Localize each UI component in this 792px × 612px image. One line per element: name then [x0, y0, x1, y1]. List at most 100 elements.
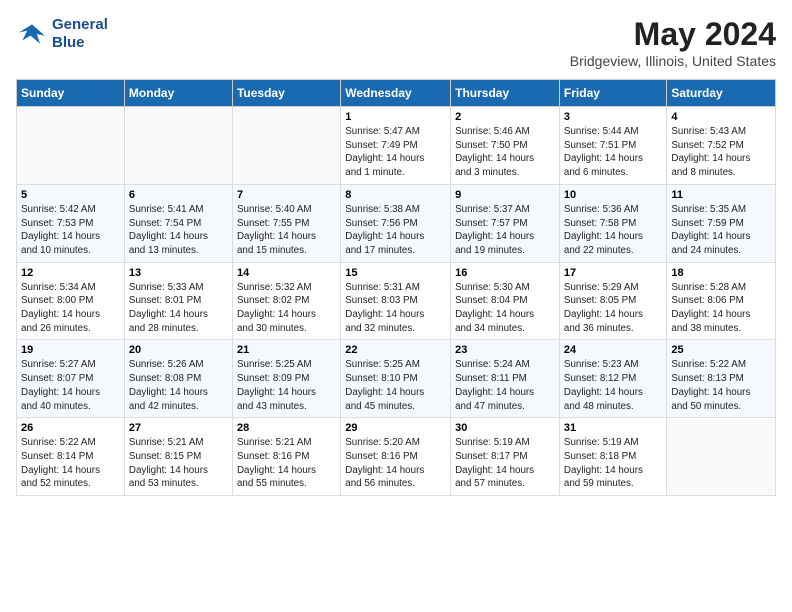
calendar-cell: 20Sunrise: 5:26 AM Sunset: 8:08 PM Dayli… [124, 340, 232, 418]
logo-text: General Blue [52, 16, 108, 52]
day-number: 21 [237, 344, 336, 356]
day-number: 31 [564, 422, 662, 434]
day-number: 6 [129, 189, 228, 201]
calendar-cell: 27 Sunrise: 5:21 AM Sunset: 8:15 PM Dayli… [124, 418, 232, 496]
day-info: Sunrise: 5:32 AM Sunset: 8:02 PM Dayligh… [237, 281, 336, 336]
calendar-cell: 11 Sunrise: 5:35 AM Sunset: 7:59 PM Dayli… [667, 184, 776, 262]
day-info: Sunrise: 5:25 AM Sunset: 8:10 PM Dayligh… [345, 358, 446, 413]
calendar-cell [17, 107, 125, 185]
day-number: 29 [345, 422, 446, 434]
title-area: May 2024 Bridgeview, Illinois, United St… [570, 16, 776, 69]
calendar-cell: 21 Sunrise: 5:25 AM Sunset: 8:09 PM Dayli… [232, 340, 340, 418]
calendar-cell: 1 Sunrise: 5:47 AM Sunset: 7:49 PM Daylig… [341, 107, 451, 185]
day-number: 11 [671, 189, 771, 201]
day-number: 18 [671, 267, 771, 279]
calendar-cell: 24 Sunrise: 5:23 AM Sunset: 8:12 PM Dayli… [559, 340, 666, 418]
week-row-5: 26Sunrise: 5:22 AM Sunset: 8:14 PM Dayli… [17, 418, 776, 496]
subtitle: Bridgeview, Illinois, United States [570, 53, 776, 69]
col-header-wednesday: Wednesday [341, 80, 451, 107]
calendar-cell: 16 Sunrise: 5:30 AM Sunset: 8:04 PM Dayli… [451, 262, 560, 340]
day-number: 8 [345, 189, 446, 201]
calendar-cell: 3 Sunrise: 5:44 AM Sunset: 7:51 PM Daylig… [559, 107, 666, 185]
day-number: 16 [455, 267, 555, 279]
day-number: 23 [455, 344, 555, 356]
day-info: Sunrise: 5:42 AM Sunset: 7:53 PM Dayligh… [21, 203, 120, 258]
calendar-cell [232, 107, 340, 185]
day-number: 7 [237, 189, 336, 201]
day-info: Sunrise: 5:26 AM Sunset: 8:08 PM Dayligh… [129, 358, 228, 413]
calendar-cell: 12 Sunrise: 5:34 AM Sunset: 8:00 PM Dayli… [17, 262, 125, 340]
day-info: Sunrise: 5:28 AM Sunset: 8:06 PM Dayligh… [671, 281, 771, 336]
col-header-friday: Friday [559, 80, 666, 107]
day-info: Sunrise: 5:25 AM Sunset: 8:09 PM Dayligh… [237, 358, 336, 413]
calendar-table: SundayMondayTuesdayWednesdayThursdayFrid… [16, 79, 776, 496]
calendar-cell: 18 Sunrise: 5:28 AM Sunset: 8:06 PM Dayli… [667, 262, 776, 340]
day-number: 24 [564, 344, 662, 356]
day-number: 25 [671, 344, 771, 356]
day-info: Sunrise: 5:36 AM Sunset: 7:58 PM Dayligh… [564, 203, 662, 258]
day-number: 14 [237, 267, 336, 279]
calendar-cell: 10 Sunrise: 5:36 AM Sunset: 7:58 PM Dayli… [559, 184, 666, 262]
day-number: 22 [345, 344, 446, 356]
day-number: 1 [345, 111, 446, 123]
week-row-4: 19 Sunrise: 5:27 AM Sunset: 8:07 PM Dayli… [17, 340, 776, 418]
calendar-cell: 8Sunrise: 5:38 AM Sunset: 7:56 PM Daylig… [341, 184, 451, 262]
calendar-cell: 13Sunrise: 5:33 AM Sunset: 8:01 PM Dayli… [124, 262, 232, 340]
day-info: Sunrise: 5:31 AM Sunset: 8:03 PM Dayligh… [345, 281, 446, 336]
day-info: Sunrise: 5:46 AM Sunset: 7:50 PM Dayligh… [455, 125, 555, 180]
week-row-3: 12 Sunrise: 5:34 AM Sunset: 8:00 PM Dayli… [17, 262, 776, 340]
calendar-cell: 29 Sunrise: 5:20 AM Sunset: 8:16 PM Dayli… [341, 418, 451, 496]
day-info: Sunrise: 5:20 AM Sunset: 8:16 PM Dayligh… [345, 436, 446, 491]
day-number: 12 [21, 267, 120, 279]
logo: General Blue [16, 16, 108, 52]
calendar-cell: 6 Sunrise: 5:41 AM Sunset: 7:54 PM Daylig… [124, 184, 232, 262]
day-info: Sunrise: 5:19 AM Sunset: 8:18 PM Dayligh… [564, 436, 662, 491]
day-info: Sunrise: 5:34 AM Sunset: 8:00 PM Dayligh… [21, 281, 120, 336]
calendar-cell: 5Sunrise: 5:42 AM Sunset: 7:53 PM Daylig… [17, 184, 125, 262]
day-info: Sunrise: 5:41 AM Sunset: 7:54 PM Dayligh… [129, 203, 228, 258]
day-info: Sunrise: 5:27 AM Sunset: 8:07 PM Dayligh… [21, 358, 120, 413]
calendar-cell: 19 Sunrise: 5:27 AM Sunset: 8:07 PM Dayli… [17, 340, 125, 418]
calendar-cell: 26Sunrise: 5:22 AM Sunset: 8:14 PM Dayli… [17, 418, 125, 496]
calendar-cell: 31 Sunrise: 5:19 AM Sunset: 8:18 PM Dayli… [559, 418, 666, 496]
day-number: 17 [564, 267, 662, 279]
calendar-cell [124, 107, 232, 185]
day-info: Sunrise: 5:47 AM Sunset: 7:49 PM Dayligh… [345, 125, 446, 180]
day-info: Sunrise: 5:33 AM Sunset: 8:01 PM Dayligh… [129, 281, 228, 336]
day-info: Sunrise: 5:30 AM Sunset: 8:04 PM Dayligh… [455, 281, 555, 336]
day-info: Sunrise: 5:37 AM Sunset: 7:57 PM Dayligh… [455, 203, 555, 258]
col-header-tuesday: Tuesday [232, 80, 340, 107]
calendar-cell: 22 Sunrise: 5:25 AM Sunset: 8:10 PM Dayli… [341, 340, 451, 418]
calendar-cell: 14 Sunrise: 5:32 AM Sunset: 8:02 PM Dayli… [232, 262, 340, 340]
day-number: 3 [564, 111, 662, 123]
day-info: Sunrise: 5:44 AM Sunset: 7:51 PM Dayligh… [564, 125, 662, 180]
day-number: 19 [21, 344, 120, 356]
calendar-cell: 2 Sunrise: 5:46 AM Sunset: 7:50 PM Daylig… [451, 107, 560, 185]
calendar-cell: 15Sunrise: 5:31 AM Sunset: 8:03 PM Dayli… [341, 262, 451, 340]
day-number: 27 [129, 422, 228, 434]
day-number: 9 [455, 189, 555, 201]
calendar-cell: 28 Sunrise: 5:21 AM Sunset: 8:16 PM Dayli… [232, 418, 340, 496]
day-number: 28 [237, 422, 336, 434]
day-info: Sunrise: 5:43 AM Sunset: 7:52 PM Dayligh… [671, 125, 771, 180]
day-info: Sunrise: 5:40 AM Sunset: 7:55 PM Dayligh… [237, 203, 336, 258]
day-info: Sunrise: 5:21 AM Sunset: 8:15 PM Dayligh… [129, 436, 228, 491]
day-info: Sunrise: 5:35 AM Sunset: 7:59 PM Dayligh… [671, 203, 771, 258]
col-header-thursday: Thursday [451, 80, 560, 107]
day-info: Sunrise: 5:24 AM Sunset: 8:11 PM Dayligh… [455, 358, 555, 413]
day-number: 2 [455, 111, 555, 123]
logo-bird-icon [16, 18, 48, 50]
day-info: Sunrise: 5:21 AM Sunset: 8:16 PM Dayligh… [237, 436, 336, 491]
day-info: Sunrise: 5:29 AM Sunset: 8:05 PM Dayligh… [564, 281, 662, 336]
header: General Blue May 2024 Bridgeview, Illino… [16, 16, 776, 69]
week-row-1: 1 Sunrise: 5:47 AM Sunset: 7:49 PM Daylig… [17, 107, 776, 185]
calendar-cell: 17 Sunrise: 5:29 AM Sunset: 8:05 PM Dayli… [559, 262, 666, 340]
day-info: Sunrise: 5:19 AM Sunset: 8:17 PM Dayligh… [455, 436, 555, 491]
col-header-saturday: Saturday [667, 80, 776, 107]
day-number: 10 [564, 189, 662, 201]
calendar-cell: 9 Sunrise: 5:37 AM Sunset: 7:57 PM Daylig… [451, 184, 560, 262]
day-info: Sunrise: 5:23 AM Sunset: 8:12 PM Dayligh… [564, 358, 662, 413]
calendar-cell: 7 Sunrise: 5:40 AM Sunset: 7:55 PM Daylig… [232, 184, 340, 262]
calendar-cell: 4Sunrise: 5:43 AM Sunset: 7:52 PM Daylig… [667, 107, 776, 185]
calendar-cell: 23 Sunrise: 5:24 AM Sunset: 8:11 PM Dayli… [451, 340, 560, 418]
